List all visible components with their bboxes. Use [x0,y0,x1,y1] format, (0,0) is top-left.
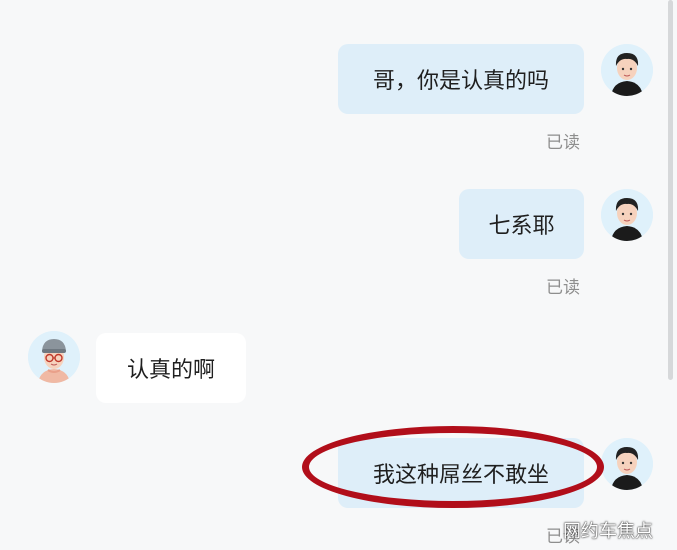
message-text: 我这种屌丝不敢坐 [372,463,549,488]
message-text: 哥，你是认真的吗 [372,69,549,94]
man-avatar-icon[interactable] [601,189,653,241]
watermark: 网约车焦点 [563,521,653,542]
scrollbar[interactable] [668,0,673,380]
message-text: 认真的啊 [126,358,215,383]
man-avatar-icon[interactable] [601,438,653,490]
message-bubble-outgoing[interactable]: 我这种屌丝不敢坐 [338,438,584,508]
man-avatar-icon[interactable] [601,44,653,96]
chat-thread: 哥，你是认真的吗 已读 七系耶 已读 认真的啊 我这种屌丝不敢坐 已读 网约车焦… [0,0,677,550]
message-text: 七系耶 [488,214,555,239]
message-bubble-incoming[interactable]: 认真的啊 [96,333,246,403]
read-receipt: 已读 [546,133,580,153]
read-receipt: 已读 [546,278,580,298]
cap-glasses-avatar-icon[interactable] [28,331,80,383]
message-bubble-outgoing[interactable]: 七系耶 [459,189,584,259]
message-bubble-outgoing[interactable]: 哥，你是认真的吗 [338,44,584,114]
